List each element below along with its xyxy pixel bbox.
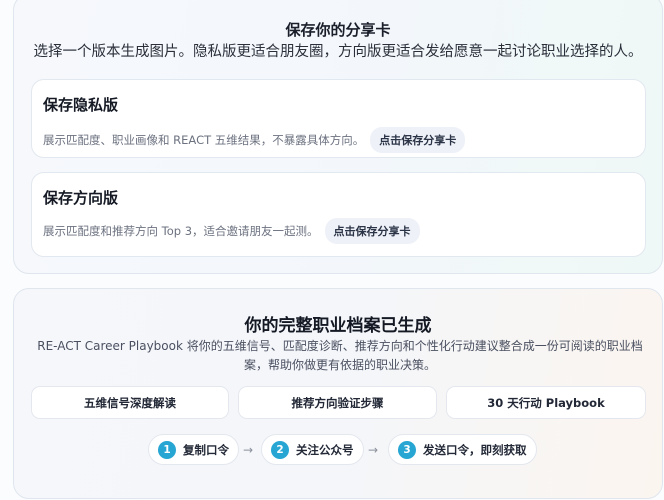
- step-2-badge: 2: [271, 440, 289, 459]
- private-card-description: 展示匹配度、职业画像和 REACT 五维结果，不暴露具体方向。 点击保存分享卡: [43, 127, 466, 153]
- career-playbook-panel: 你的完整职业档案已生成 RE-ACT Career Playbook 将你的五维…: [13, 288, 663, 499]
- step-1-badge: 1: [158, 440, 176, 459]
- direction-card-desc-text: 展示匹配度和推荐方向 Top 3，适合邀请朋友一起测。: [43, 224, 319, 238]
- direction-card-description: 展示匹配度和推荐方向 Top 3，适合邀请朋友一起测。 点击保存分享卡: [43, 218, 420, 244]
- share-panel-title: 保存你的分享卡: [285, 21, 391, 39]
- playbook-title: 你的完整职业档案已生成: [244, 316, 432, 336]
- step-copy-code[interactable]: 1 复制口令: [148, 434, 239, 465]
- step-send-code[interactable]: 3 发送口令，即刻获取: [388, 434, 537, 465]
- step-3-badge: 3: [398, 440, 416, 459]
- feature-direction-validation: 推荐方向验证步骤: [238, 386, 437, 419]
- step-follow-account[interactable]: 2 关注公众号: [261, 434, 364, 465]
- arrow-right-icon: →: [368, 443, 379, 457]
- playbook-description: RE-ACT Career Playbook 将你的五维信号、匹配度诊断、推荐方…: [37, 339, 643, 372]
- direction-card-title: 保存方向版: [43, 189, 119, 207]
- feature-30-day-playbook: 30 天行动 Playbook: [446, 386, 646, 419]
- arrow-right-icon: →: [243, 443, 254, 457]
- save-direction-card-button[interactable]: 点击保存分享卡: [324, 218, 420, 244]
- step-3-label: 发送口令，即刻获取: [423, 442, 527, 457]
- feature-five-dimension-signals: 五维信号深度解读: [31, 386, 229, 419]
- save-private-card-button[interactable]: 点击保存分享卡: [370, 127, 466, 153]
- private-card-desc-text: 展示匹配度、职业画像和 REACT 五维结果，不暴露具体方向。: [43, 133, 365, 147]
- step-2-label: 关注公众号: [296, 442, 354, 457]
- share-card-panel: 保存你的分享卡 选择一个版本生成图片。隐私版更适合朋友圈，方向版更适合发给愿意一…: [13, 0, 663, 274]
- private-version-card[interactable]: 保存隐私版 展示匹配度、职业画像和 REACT 五维结果，不暴露具体方向。 点击…: [31, 79, 646, 158]
- private-card-title: 保存隐私版: [43, 96, 119, 114]
- share-panel-subtitle: 选择一个版本生成图片。隐私版更适合朋友圈，方向版更适合发给愿意一起讨论职业选择的…: [33, 44, 643, 60]
- direction-version-card[interactable]: 保存方向版 展示匹配度和推荐方向 Top 3，适合邀请朋友一起测。 点击保存分享…: [31, 172, 646, 257]
- step-1-label: 复制口令: [183, 442, 229, 457]
